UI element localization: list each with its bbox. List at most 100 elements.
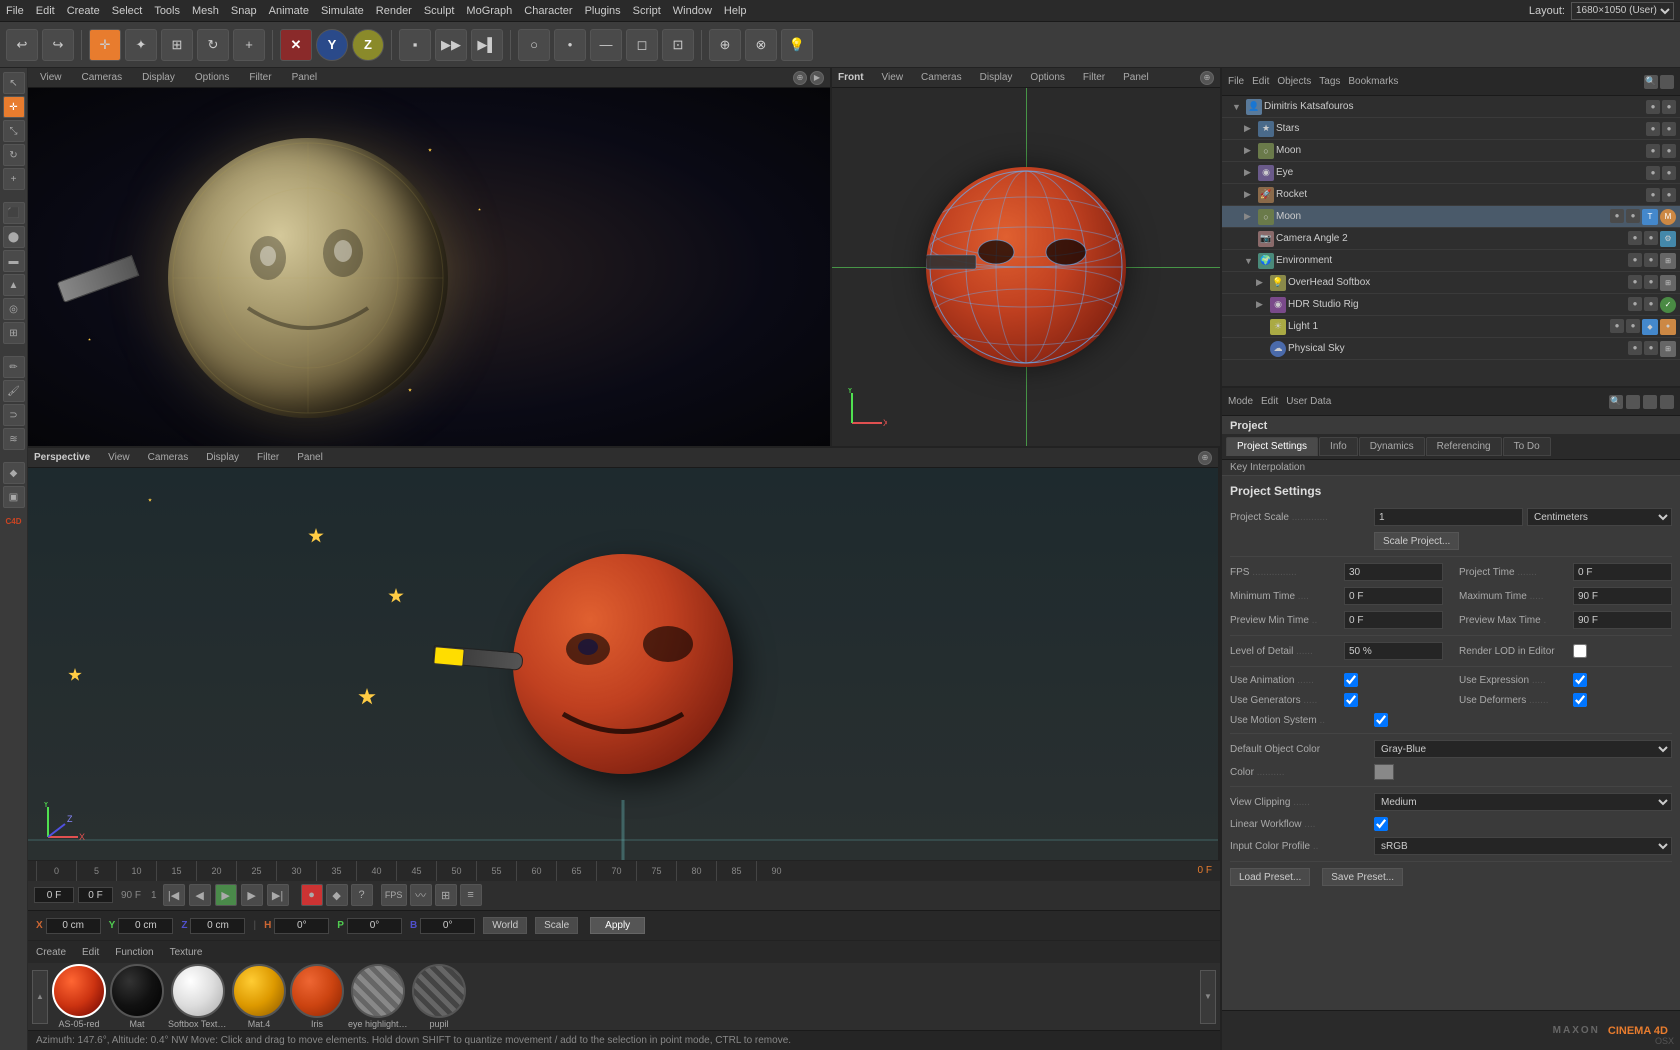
menu-select[interactable]: Select xyxy=(112,5,143,17)
menu-render[interactable]: Render xyxy=(376,5,412,17)
obj-vis-btn-5[interactable]: ● xyxy=(1610,209,1624,223)
record-btn[interactable]: ● xyxy=(301,884,323,906)
vp-front-panel[interactable]: Panel xyxy=(1117,70,1155,85)
obj-icon-btn-6[interactable]: ⚙ xyxy=(1660,231,1676,247)
vp-menu-options[interactable]: Options xyxy=(189,70,235,85)
vp-front-maximize[interactable]: ⊕ xyxy=(1200,71,1214,85)
vp-maximize-btn[interactable]: ⊕ xyxy=(793,71,807,85)
tool-rotate[interactable]: ↻ xyxy=(3,144,25,166)
obj-mat-10[interactable]: ● xyxy=(1660,319,1676,335)
tool-smooth[interactable]: ≋ xyxy=(3,428,25,450)
obj-render-btn-6[interactable]: ● xyxy=(1644,231,1658,245)
obj-vis-btn-0[interactable]: ● xyxy=(1646,100,1660,114)
min-time-input[interactable] xyxy=(1344,587,1443,605)
color-swatch[interactable] xyxy=(1374,764,1394,780)
obj-extra-btn-7[interactable]: ⊞ xyxy=(1660,253,1676,269)
menu-edit[interactable]: Edit xyxy=(36,5,55,17)
menu-simulate[interactable]: Simulate xyxy=(321,5,364,17)
obj-vis-btn-9[interactable]: ● xyxy=(1628,297,1642,311)
attrs-settings-icon[interactable] xyxy=(1660,395,1674,409)
vp-menu-cameras[interactable]: Cameras xyxy=(76,70,129,85)
vp-menu-view[interactable]: View xyxy=(34,70,68,85)
obj-render-btn-2[interactable]: ● xyxy=(1662,144,1676,158)
mat-item-6[interactable]: pupil xyxy=(412,964,466,1029)
timeline-play-btn[interactable]: ▶ xyxy=(215,884,237,906)
key-interp-row[interactable]: Key Interpolation xyxy=(1222,460,1680,476)
select-btn[interactable]: ✛ xyxy=(89,29,121,61)
vp-persp-panel[interactable]: Panel xyxy=(291,450,329,465)
obj-light1[interactable]: ☀ Light 1 ● ● ◆ ● xyxy=(1222,316,1680,338)
track-btn[interactable]: ⊞ xyxy=(435,884,457,906)
x-input[interactable] xyxy=(46,918,101,934)
attrs-mode[interactable]: Mode xyxy=(1228,396,1253,407)
preview-min-input[interactable] xyxy=(1344,611,1443,629)
max-time-input[interactable] xyxy=(1573,587,1672,605)
vp-front-options[interactable]: Options xyxy=(1024,70,1070,85)
obj-material-btn-5[interactable]: M xyxy=(1660,209,1676,225)
attrs-edit[interactable]: Edit xyxy=(1261,396,1278,407)
mat-item-3[interactable]: Mat.4 xyxy=(232,964,286,1029)
project-time-input[interactable] xyxy=(1573,563,1672,581)
obj-tag-10[interactable]: ◆ xyxy=(1642,319,1658,335)
attrs-lock-icon[interactable] xyxy=(1643,395,1657,409)
viewport-front[interactable]: Front View Cameras Display Options Filte… xyxy=(832,68,1220,446)
viewport-front-content[interactable]: X Y xyxy=(832,88,1220,446)
vp-render-btn[interactable]: ▶ xyxy=(810,71,824,85)
save-preset-btn[interactable]: Save Preset... xyxy=(1322,868,1403,886)
obj-moon2[interactable]: ▶ ○ Moon ● ● T M xyxy=(1222,206,1680,228)
menu-window[interactable]: Window xyxy=(673,5,712,17)
obj-settings-icon[interactable] xyxy=(1660,75,1674,89)
mat-tab-function[interactable]: Function xyxy=(115,947,153,958)
mat-tab-texture[interactable]: Texture xyxy=(170,947,203,958)
obj-camera[interactable]: 📷 Camera Angle 2 ● ● ⚙ xyxy=(1222,228,1680,250)
attrs-pin-icon[interactable] xyxy=(1626,395,1640,409)
obj-sky[interactable]: ☁ Physical Sky ● ● ⊞ xyxy=(1222,338,1680,360)
tool-move[interactable]: ✛ xyxy=(3,96,25,118)
scale-mode-btn[interactable]: Scale xyxy=(535,917,578,934)
tool-sculpt[interactable]: ◆ xyxy=(3,462,25,484)
obj-tb-objects[interactable]: Objects xyxy=(1277,76,1311,87)
motion-btn[interactable]: 〰 xyxy=(410,884,432,906)
vp-front-filter[interactable]: Filter xyxy=(1077,70,1111,85)
mat-item-2[interactable]: Softbox Texture xyxy=(168,964,228,1029)
vp-menu-filter[interactable]: Filter xyxy=(243,70,277,85)
tool-cone[interactable]: ▲ xyxy=(3,274,25,296)
tool-magnet[interactable]: ⊃ xyxy=(3,404,25,426)
move-btn[interactable]: ✦ xyxy=(125,29,157,61)
timeline-end-btn[interactable]: ▶| xyxy=(267,884,289,906)
menu-animate[interactable]: Animate xyxy=(269,5,309,17)
obj-render-btn-4[interactable]: ● xyxy=(1662,188,1676,202)
obj-render-btn-5[interactable]: ● xyxy=(1626,209,1640,223)
obj-vis-btn-3[interactable]: ● xyxy=(1646,166,1660,180)
obj-search-icon[interactable]: 🔍 xyxy=(1644,75,1658,89)
use-motion-checkbox[interactable] xyxy=(1374,713,1388,727)
render-anim-btn[interactable]: ▶▶ xyxy=(435,29,467,61)
menu-plugins[interactable]: Plugins xyxy=(585,5,621,17)
timeline-prev-btn[interactable]: ◀ xyxy=(189,884,211,906)
obj-tag-btn-5[interactable]: T xyxy=(1642,209,1658,225)
input-color-select[interactable]: sRGB xyxy=(1374,837,1672,855)
tool-scale[interactable]: ⤡ xyxy=(3,120,25,142)
obj-tb-bookmarks[interactable]: Bookmarks xyxy=(1348,76,1398,87)
viewport-main-content[interactable] xyxy=(28,88,830,446)
menu-create[interactable]: Create xyxy=(67,5,100,17)
layer-btn[interactable]: ≡ xyxy=(460,884,482,906)
vp-front-cameras[interactable]: Cameras xyxy=(915,70,968,85)
keyframe-btn[interactable]: ◆ xyxy=(326,884,348,906)
obj-render-btn-10[interactable]: ● xyxy=(1626,319,1640,333)
z-input[interactable] xyxy=(190,918,245,934)
poly-mode-btn[interactable]: ◻ xyxy=(626,29,658,61)
mat-tab-create[interactable]: Create xyxy=(36,947,66,958)
scale-project-btn[interactable]: Scale Project... xyxy=(1374,532,1459,550)
linear-workflow-checkbox[interactable] xyxy=(1374,817,1388,831)
obj-rocket[interactable]: ▶ 🚀 Rocket ● ● xyxy=(1222,184,1680,206)
obj-tb-file[interactable]: File xyxy=(1228,76,1244,87)
mat-tab-edit[interactable]: Edit xyxy=(82,947,99,958)
redo-btn[interactable]: ↪ xyxy=(42,29,74,61)
b-input[interactable] xyxy=(420,918,475,934)
menu-mograph[interactable]: MoGraph xyxy=(466,5,512,17)
layout-select[interactable]: 1680×1050 (User) xyxy=(1571,2,1674,20)
obj-hdr[interactable]: ▶ ◉ HDR Studio Rig ● ● ✓ xyxy=(1222,294,1680,316)
vp-front-view[interactable]: View xyxy=(876,70,910,85)
viewport-perspective-content[interactable]: X Y Z xyxy=(28,468,1218,860)
